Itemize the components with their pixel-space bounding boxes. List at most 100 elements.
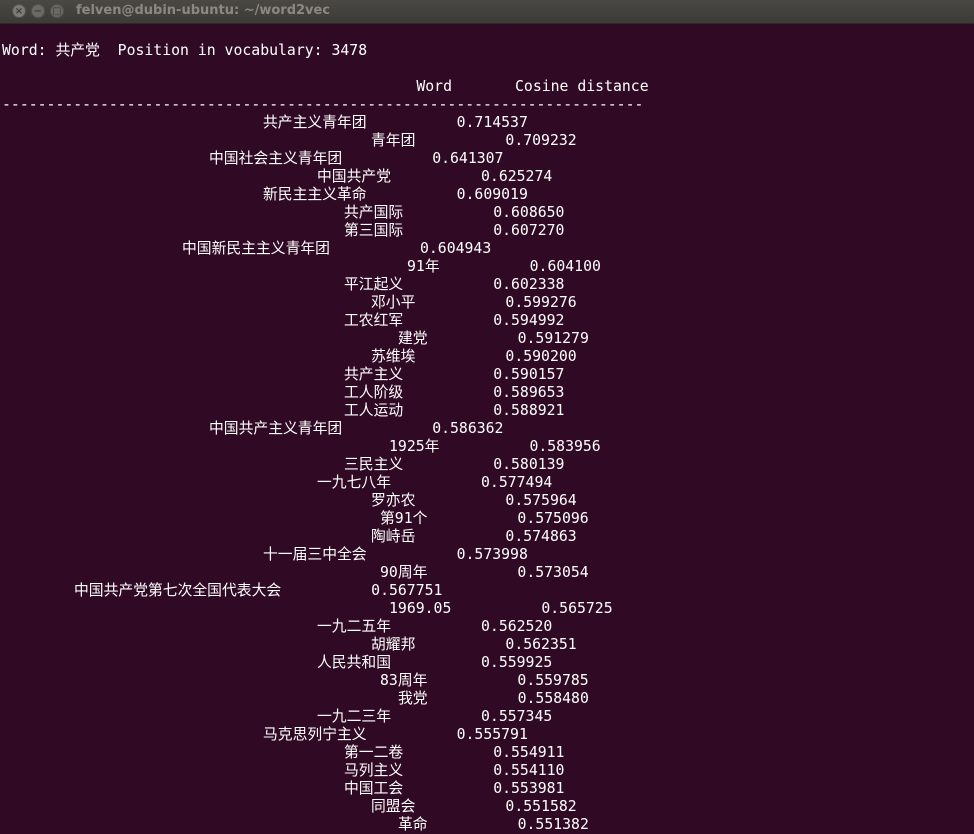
result-row: 90周年 0.573054 [2, 564, 649, 582]
result-row: 中国共产党第七次全国代表大会 0.567751 [2, 582, 649, 600]
result-row: 平江起义 0.602338 [2, 276, 649, 294]
result-distance: 0.555791 [456, 726, 528, 743]
terminal-output[interactable]: Word: 共产党 Position in vocabulary: 3478 W… [2, 24, 649, 834]
result-distance: 0.586362 [432, 420, 504, 437]
result-distance: 0.559925 [481, 654, 553, 671]
result-row: 91年 0.604100 [2, 258, 649, 276]
result-word: 马列主义 [344, 762, 404, 779]
result-word: 工人运动 [344, 402, 404, 419]
result-word: 一九二三年 [317, 708, 391, 725]
title-bar[interactable]: × − □ felven@dubin-ubuntu: ~/word2vec [0, 0, 974, 24]
results-list: 共产主义青年团 0.714537 青年团 0.709232 中国社会主义青年团 0.641… [2, 114, 649, 834]
result-distance: 0.641307 [432, 150, 504, 167]
result-word: 十一届三中全会 [263, 546, 367, 563]
result-distance: 0.567751 [371, 582, 443, 599]
result-word: 同盟会 [371, 798, 416, 815]
result-distance: 0.554911 [493, 744, 565, 761]
result-row: 一九七八年 0.577494 [2, 474, 649, 492]
result-word: 1969.05 [389, 600, 452, 617]
result-row: 共产国际 0.608650 [2, 204, 649, 222]
result-distance: 0.607270 [493, 222, 565, 239]
result-row: 一九二三年 0.557345 [2, 708, 649, 726]
result-distance: 0.554110 [493, 762, 565, 779]
result-distance: 0.580139 [493, 456, 565, 473]
result-distance: 0.575096 [517, 510, 589, 527]
result-row: 罗亦农 0.575964 [2, 492, 649, 510]
minimize-icon[interactable]: − [31, 4, 45, 18]
result-row: 共产主义 0.590157 [2, 366, 649, 384]
result-distance: 0.562520 [481, 618, 553, 635]
result-row: 工人运动 0.588921 [2, 402, 649, 420]
result-row: 第三国际 0.607270 [2, 222, 649, 240]
word-header: Word: 共产党 Position in vocabulary: 3478 [2, 42, 368, 59]
result-distance: 0.602338 [493, 276, 565, 293]
result-row: 苏维埃 0.590200 [2, 348, 649, 366]
result-word: 中国新民主主义青年团 [182, 240, 330, 257]
result-distance: 0.553981 [493, 780, 565, 797]
result-distance: 0.590157 [493, 366, 565, 383]
result-distance: 0.573998 [456, 546, 528, 563]
result-word: 人民共和国 [317, 654, 391, 671]
result-distance: 0.714537 [456, 114, 528, 131]
col-word-label: Word [416, 78, 452, 95]
result-word: 第三国际 [344, 222, 404, 239]
result-row: 马克思列宁主义 0.555791 [2, 726, 649, 744]
result-distance: 0.574863 [505, 528, 577, 545]
result-distance: 0.625274 [481, 168, 553, 185]
result-row: 十一届三中全会 0.573998 [2, 546, 649, 564]
result-row: 工农红军 0.594992 [2, 312, 649, 330]
result-row: 人民共和国 0.559925 [2, 654, 649, 672]
result-row: 中国工会 0.553981 [2, 780, 649, 798]
result-word: 一九二五年 [317, 618, 391, 635]
result-row: 胡耀邦 0.562351 [2, 636, 649, 654]
result-word: 共产主义 [344, 366, 404, 383]
result-word: 我党 [398, 690, 428, 707]
result-row: 83周年 0.559785 [2, 672, 649, 690]
result-row: 新民主主义革命 0.609019 [2, 186, 649, 204]
result-word: 83周年 [380, 672, 428, 689]
result-distance: 0.558480 [517, 690, 589, 707]
result-distance: 0.594992 [493, 312, 565, 329]
result-word: 中国工会 [344, 780, 404, 797]
result-word: 中国共产党 [317, 168, 391, 185]
result-row: 1925年 0.583956 [2, 438, 649, 456]
result-distance: 0.573054 [517, 564, 589, 581]
close-icon[interactable]: × [12, 4, 26, 18]
result-row: 中国社会主义青年团 0.641307 [2, 150, 649, 168]
result-distance: 0.565725 [541, 600, 613, 617]
result-row: 中国新民主主义青年团 0.604943 [2, 240, 649, 258]
maximize-icon[interactable]: □ [50, 4, 64, 18]
result-row: 中国共产党 0.625274 [2, 168, 649, 186]
result-distance: 0.551382 [517, 816, 589, 833]
result-distance: 0.604100 [529, 258, 601, 275]
result-word: 新民主主义革命 [263, 186, 367, 203]
result-row: 青年团 0.709232 [2, 132, 649, 150]
result-distance: 0.588921 [493, 402, 565, 419]
result-row: 1969.05 0.565725 [2, 600, 649, 618]
result-word: 平江起义 [344, 276, 404, 293]
result-row: 共产主义青年团 0.714537 [2, 114, 649, 132]
result-distance: 0.577494 [481, 474, 553, 491]
result-distance: 0.591279 [517, 330, 589, 347]
result-word: 邓小平 [371, 294, 416, 311]
result-word: 胡耀邦 [371, 636, 416, 653]
result-word: 90周年 [380, 564, 428, 581]
result-word: 共产主义青年团 [263, 114, 367, 131]
result-distance: 0.709232 [505, 132, 577, 149]
result-distance: 0.557345 [481, 708, 553, 725]
result-word: 第一二卷 [344, 744, 404, 761]
result-distance: 0.575964 [505, 492, 577, 509]
result-word: 第91个 [380, 510, 428, 527]
result-word: 共产国际 [344, 204, 404, 221]
result-distance: 0.551582 [505, 798, 577, 815]
result-word: 陶峙岳 [371, 528, 416, 545]
result-row: 一九二五年 0.562520 [2, 618, 649, 636]
result-word: 马克思列宁主义 [263, 726, 367, 743]
result-word: 罗亦农 [371, 492, 416, 509]
result-distance: 0.589653 [493, 384, 565, 401]
result-word: 工人阶级 [344, 384, 404, 401]
result-row: 同盟会 0.551582 [2, 798, 649, 816]
column-headers: Word Cosine distance [2, 78, 648, 96]
